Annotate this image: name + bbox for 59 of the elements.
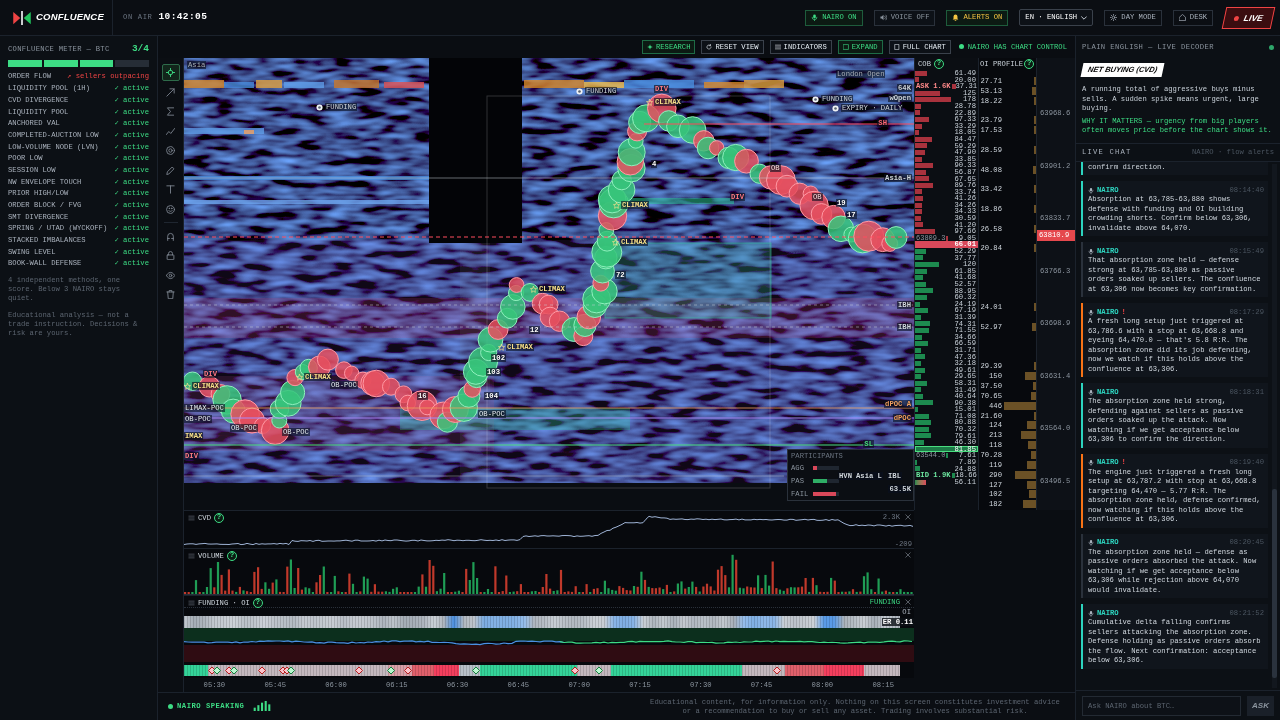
equalizer-icon bbox=[253, 701, 272, 712]
clock-time: 10:42:05 bbox=[158, 10, 208, 25]
sun-icon bbox=[1110, 14, 1118, 21]
ask-depth-bar bbox=[951, 84, 956, 89]
close-icon bbox=[905, 514, 911, 520]
sigma-icon bbox=[166, 107, 175, 116]
trend-line-icon bbox=[166, 126, 175, 136]
status-dot-icon bbox=[958, 44, 964, 50]
frame-icon bbox=[893, 44, 900, 50]
pencil-icon bbox=[166, 165, 175, 175]
magnet-icon bbox=[166, 231, 175, 241]
list-icon bbox=[774, 44, 781, 50]
crosshair-icon bbox=[166, 68, 175, 77]
mic-icon bbox=[1088, 308, 1094, 316]
close-icon bbox=[905, 552, 911, 558]
status-dot-icon bbox=[1269, 44, 1274, 50]
live-button[interactable]: LIVE bbox=[1221, 6, 1276, 29]
mic-icon bbox=[1088, 186, 1094, 194]
arrow-icon bbox=[166, 87, 175, 97]
sparkle-icon bbox=[646, 44, 653, 50]
drag-handle-icon bbox=[188, 600, 195, 606]
drag-handle-icon bbox=[188, 553, 195, 559]
drag-handle-icon bbox=[188, 515, 195, 521]
logo-icon bbox=[13, 10, 31, 25]
target-icon bbox=[166, 146, 175, 155]
caret-icon bbox=[1081, 15, 1088, 20]
close-button[interactable] bbox=[904, 598, 912, 606]
reset-icon bbox=[706, 44, 713, 50]
mic-icon bbox=[1088, 609, 1094, 617]
mic-icon bbox=[1088, 247, 1094, 255]
ask-depth-bar bbox=[946, 235, 949, 241]
imbalance-bar bbox=[915, 479, 927, 485]
mic-icon bbox=[1088, 388, 1094, 396]
ask-button[interactable]: ASK bbox=[1247, 695, 1274, 716]
trash-icon bbox=[166, 290, 175, 299]
bid-depth-bar bbox=[951, 473, 956, 478]
text-tool-icon bbox=[166, 185, 175, 194]
app-logo: CONFLUENCE bbox=[36, 10, 104, 25]
scrollbar-thumb[interactable] bbox=[1272, 488, 1277, 678]
status-dot-icon bbox=[168, 704, 173, 709]
speaker-icon bbox=[879, 14, 887, 21]
lock-icon bbox=[166, 251, 175, 260]
eye-icon bbox=[166, 270, 175, 280]
live-dot-icon bbox=[1233, 15, 1240, 20]
mic-icon bbox=[1088, 459, 1094, 466]
bell-icon bbox=[952, 14, 960, 21]
close-button[interactable] bbox=[904, 513, 912, 521]
oi-bar bbox=[1033, 145, 1036, 154]
mic-icon bbox=[1088, 539, 1094, 546]
close-button[interactable] bbox=[904, 551, 912, 559]
oi-bar bbox=[1032, 323, 1036, 331]
oi-bar bbox=[1033, 185, 1036, 194]
oi-bar bbox=[1032, 165, 1036, 174]
mic-icon bbox=[811, 14, 819, 21]
smiley-icon bbox=[166, 204, 175, 214]
close-icon bbox=[905, 599, 911, 605]
home-icon bbox=[1178, 14, 1186, 21]
meter-score: 3/4 bbox=[131, 41, 149, 56]
crosshair-tool[interactable] bbox=[161, 64, 180, 81]
